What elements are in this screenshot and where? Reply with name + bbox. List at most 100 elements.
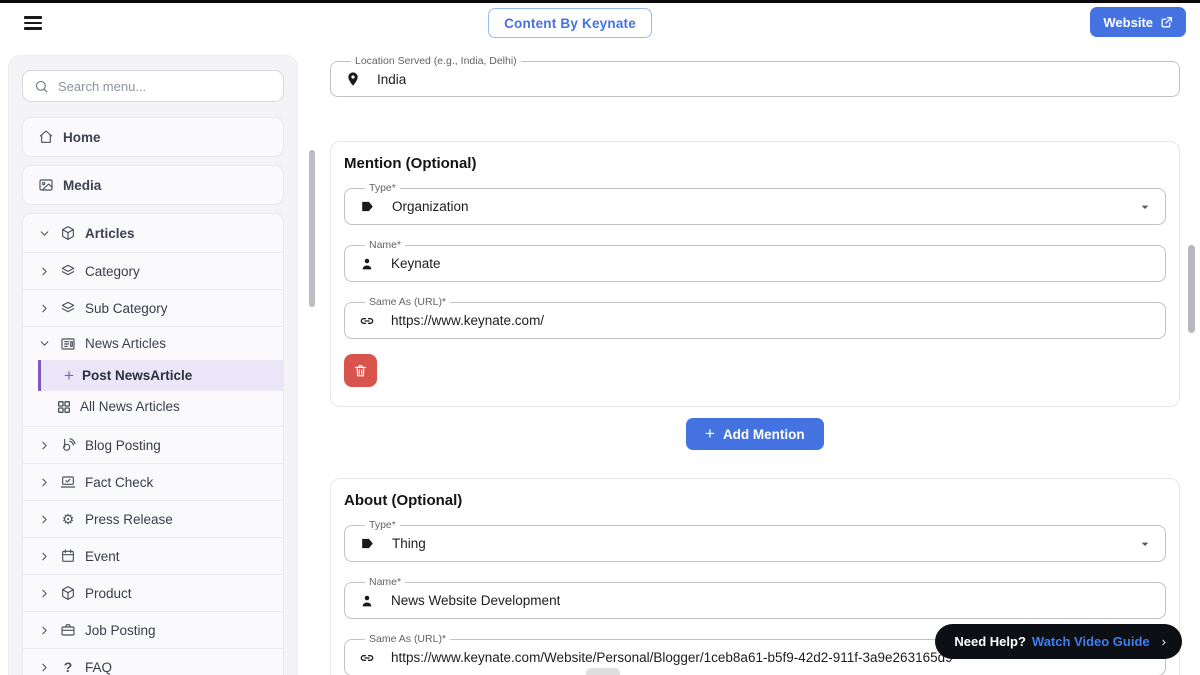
window-top-edge [0, 0, 1200, 3]
mention-type-value: Organization [392, 199, 469, 215]
sidebar-item-all-news-articles[interactable]: All News Articles [38, 391, 283, 422]
product-box-icon [60, 585, 76, 601]
link-icon [359, 650, 375, 666]
person-icon [359, 593, 375, 609]
search-icon [34, 79, 49, 94]
sidebar-card-articles: Articles Category Sub Category News Arti… [22, 213, 284, 675]
sidebar-group-news-articles: News Articles + Post NewsArticle All New… [23, 326, 283, 426]
search-input[interactable] [58, 78, 272, 94]
mention-sameas-field[interactable]: Same As (URL)* https://www.keynate.com/ [344, 297, 1166, 339]
sidebar-card-media: Media [22, 165, 284, 205]
hamburger-menu-icon[interactable] [24, 14, 44, 32]
layers-icon [60, 263, 76, 279]
layers-icon [60, 300, 76, 316]
tag-icon [359, 535, 376, 552]
mention-name-value: Keynate [391, 256, 441, 272]
mention-section: Mention (Optional) Type* Organization Na… [330, 141, 1180, 407]
sidebar-search[interactable] [22, 70, 284, 102]
about-type-field[interactable]: Type* Thing [344, 520, 1166, 562]
sidebar-item-label: Media [63, 177, 102, 193]
sidebar-item-label: Event [85, 548, 120, 564]
gear-icon: ⚙ [61, 511, 75, 527]
sidebar-item-home[interactable]: Home [23, 118, 283, 156]
field-label: Same As (URL)* [369, 633, 447, 645]
about-type-value: Thing [392, 536, 426, 552]
about-section-title: About (Optional) [344, 492, 463, 509]
sidebar-item-fact-check[interactable]: Fact Check [23, 463, 283, 500]
delete-mention-button[interactable] [344, 354, 377, 387]
chevron-down-icon [38, 337, 51, 350]
chevron-right-icon [38, 587, 51, 600]
chevron-right-icon [38, 476, 51, 489]
help-prefix: Need Help? [954, 634, 1026, 649]
newspaper-icon [60, 336, 76, 352]
sidebar-item-faq[interactable]: ? FAQ [23, 648, 283, 675]
sidebar-item-job-posting[interactable]: Job Posting [23, 611, 283, 648]
tag-icon [359, 198, 376, 215]
website-button[interactable]: Website [1090, 7, 1186, 37]
sidebar-item-label: Fact Check [85, 474, 154, 490]
help-pill[interactable]: Need Help? Watch Video Guide › [935, 624, 1182, 659]
briefcase-icon [60, 622, 76, 638]
sidebar-item-label: Product [85, 585, 132, 601]
watch-video-guide-link[interactable]: Watch Video Guide [1032, 634, 1150, 649]
sidebar-item-media[interactable]: Media [23, 166, 283, 204]
location-served-field[interactable]: Location Served (e.g., India, Delhi) Ind… [330, 56, 1180, 97]
chevron-right-icon [38, 513, 51, 526]
brand-button[interactable]: Content By Keynate [488, 8, 652, 38]
grid-icon [56, 399, 72, 415]
field-label: Name* [369, 239, 402, 251]
dropdown-caret-icon[interactable] [1137, 199, 1153, 215]
sidebar-item-product[interactable]: Product [23, 574, 283, 611]
about-name-value: News Website Development [391, 593, 561, 609]
field-label: Name* [369, 576, 402, 588]
sidebar-item-blog-posting[interactable]: Blog Posting [23, 426, 283, 463]
add-mention-button[interactable]: + Add Mention [686, 418, 824, 450]
sidebar-item-event[interactable]: Event [23, 537, 283, 574]
main-content: Location Served (e.g., India, Delhi) Ind… [330, 45, 1180, 675]
sidebar-item-label: Sub Category [85, 300, 168, 316]
plus-icon: + [64, 365, 74, 385]
sidebar-item-label: All News Articles [80, 399, 180, 414]
mention-name-field[interactable]: Name* Keynate [344, 240, 1166, 282]
sidebar-scrollbar[interactable] [309, 150, 315, 307]
sidebar-item-label: Job Posting [85, 622, 156, 638]
blog-icon [60, 437, 76, 453]
sidebar-item-articles[interactable]: Articles [23, 214, 283, 252]
field-label: Location Served (e.g., India, Delhi) [355, 55, 517, 67]
chevron-down-icon [38, 227, 51, 240]
sidebar-item-label: Home [63, 129, 101, 145]
field-label: Type* [369, 182, 396, 194]
sidebar-item-sub-category[interactable]: Sub Category [23, 289, 283, 326]
trash-icon [353, 363, 368, 378]
sidebar-item-label: Articles [85, 225, 135, 241]
field-label: Same As (URL)* [369, 296, 447, 308]
sidebar: Home Media Articles [8, 55, 298, 675]
dropdown-caret-icon[interactable] [1137, 536, 1153, 552]
sidebar-item-category[interactable]: Category [23, 252, 283, 289]
chevron-right-icon [38, 265, 51, 278]
chevron-right-icon [38, 302, 51, 315]
mention-section-title: Mention (Optional) [344, 155, 477, 172]
about-name-field[interactable]: Name* News Website Development [344, 577, 1166, 619]
location-value: India [377, 71, 407, 87]
sidebar-card-home: Home [22, 117, 284, 157]
hidden-element-edge [586, 668, 620, 675]
chevron-right-icon: › [1161, 634, 1166, 649]
sidebar-item-press-release[interactable]: ⚙ Press Release [23, 500, 283, 537]
mention-sameas-value: https://www.keynate.com/ [391, 313, 545, 329]
sidebar-item-post-newsarticle[interactable]: + Post NewsArticle [38, 360, 283, 391]
sidebar-item-label: Blog Posting [85, 437, 161, 453]
about-sameas-value: https://www.keynate.com/Website/Personal… [391, 650, 953, 666]
website-button-label: Website [1103, 14, 1153, 30]
link-icon [359, 313, 375, 329]
chevron-right-icon [38, 439, 51, 452]
plus-icon: + [705, 423, 715, 443]
add-mention-label: Add Mention [722, 426, 805, 442]
external-link-icon [1160, 16, 1173, 29]
articles-box-icon [60, 225, 76, 241]
main-scrollbar[interactable] [1188, 245, 1195, 333]
mention-type-field[interactable]: Type* Organization [344, 183, 1166, 225]
chevron-right-icon [38, 624, 51, 637]
sidebar-item-news-articles[interactable]: News Articles [23, 327, 283, 360]
